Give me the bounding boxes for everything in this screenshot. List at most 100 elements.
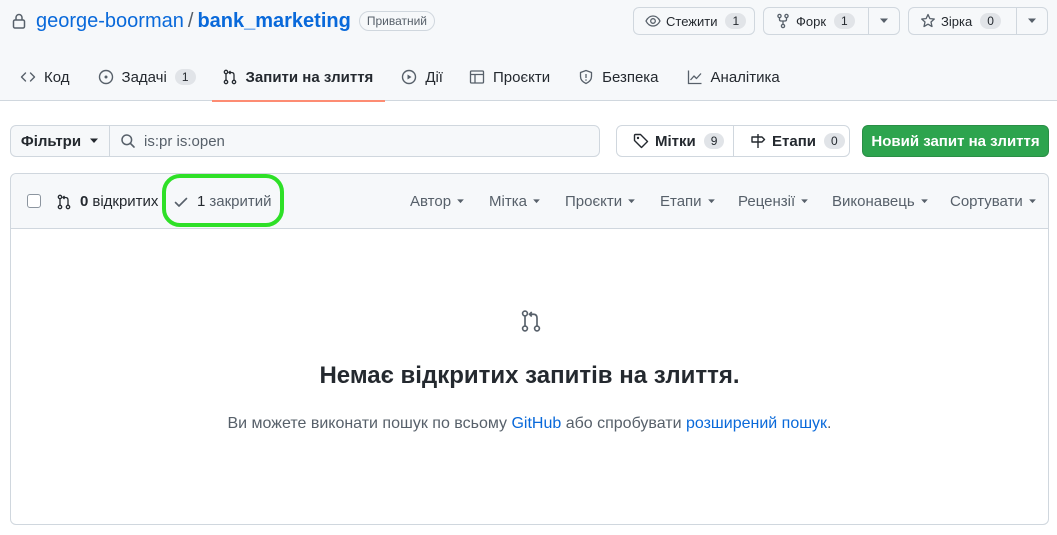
list-header: 0 відкритих 1 закритий Автор Мітка Проєк… xyxy=(11,174,1048,229)
git-pull-request-icon xyxy=(57,194,71,209)
menu-label: Автор xyxy=(410,193,452,210)
code-icon xyxy=(20,72,36,82)
fork-button-group: Форк 1 xyxy=(763,7,900,35)
labels-button[interactable]: Мітки 9 xyxy=(616,125,734,157)
triangle-down-icon xyxy=(879,18,888,23)
tab-label: Код xyxy=(44,68,70,86)
lock-icon xyxy=(12,13,26,29)
eye-icon xyxy=(645,15,661,27)
shield-icon xyxy=(579,69,593,85)
repo-header: george-boorman / bank_marketing Приватни… xyxy=(0,0,1057,102)
milestones-label: Етапи xyxy=(772,132,816,150)
star-count: 0 xyxy=(980,13,1001,29)
search-field xyxy=(109,125,600,157)
blankslate-title: Немає відкритих запитів на злиття. xyxy=(319,362,740,389)
reviews-menu[interactable]: Рецензії xyxy=(738,193,809,210)
repo-name-link[interactable]: bank_marketing xyxy=(197,10,350,33)
play-icon xyxy=(402,69,417,85)
github-search-link[interactable]: GitHub xyxy=(511,415,561,432)
milestones-button[interactable]: Етапи 0 xyxy=(733,125,850,157)
tab-security[interactable]: Безпека xyxy=(562,53,670,101)
triangle-down-icon xyxy=(1028,199,1036,204)
triangle-down-icon xyxy=(801,199,808,204)
watch-button[interactable]: Стежити 1 xyxy=(633,7,755,35)
menu-label: Рецензії xyxy=(738,193,796,210)
tab-label: Безпека xyxy=(602,68,659,86)
triangle-down-icon xyxy=(457,199,464,204)
search-icon xyxy=(121,134,135,148)
fork-button[interactable]: Форк 1 xyxy=(764,8,868,34)
author-menu[interactable]: Автор xyxy=(410,193,465,210)
tab-label: Аналітика xyxy=(710,68,780,86)
tab-label: Запити на злиття xyxy=(245,68,374,86)
tab-actions[interactable]: Дії xyxy=(385,53,455,101)
advanced-search-link[interactable]: розширений пошук xyxy=(686,415,827,432)
graph-icon xyxy=(687,70,702,85)
triangle-down-icon xyxy=(707,199,715,204)
pull-request-list: 0 відкритих 1 закритий Автор Мітка Проєк… xyxy=(10,173,1049,525)
open-count: 0 xyxy=(80,193,89,210)
sort-menu[interactable]: Сортувати xyxy=(950,193,1037,210)
star-icon xyxy=(921,13,935,28)
menu-label: Виконавець xyxy=(832,193,915,210)
repo-forked-icon xyxy=(777,13,789,29)
open-label: відкритих xyxy=(92,193,159,210)
menu-label: Проєкти xyxy=(565,193,623,210)
tab-projects[interactable]: Проєкти xyxy=(455,53,562,101)
tab-code[interactable]: Код xyxy=(0,53,82,101)
fork-label: Форк xyxy=(796,13,827,29)
triangle-down-icon xyxy=(533,199,540,204)
projects-menu[interactable]: Проєкти xyxy=(565,193,636,210)
filters-dropdown-button[interactable]: Фільтри xyxy=(10,125,110,157)
open-filter-link[interactable]: 0 відкритих xyxy=(56,193,158,210)
fork-count: 1 xyxy=(834,13,855,29)
closed-label: закритий xyxy=(209,193,272,210)
triangle-down-icon xyxy=(90,138,99,143)
star-dropdown-button[interactable] xyxy=(1015,8,1047,34)
blankslate-text-middle: або спробувати xyxy=(561,415,686,432)
menu-label: Етапи xyxy=(660,193,702,210)
label-menu[interactable]: Мітка xyxy=(489,193,541,210)
milestones-menu[interactable]: Етапи xyxy=(660,193,716,210)
blankslate-text: Ви можете виконати пошук по всьому GitHu… xyxy=(11,415,1048,433)
tab-issues[interactable]: Задачі 1 xyxy=(82,53,208,101)
star-label: Зірка xyxy=(941,13,973,29)
table-icon xyxy=(469,70,485,84)
menu-label: Мітка xyxy=(489,193,527,210)
watch-count: 1 xyxy=(725,13,747,29)
tag-icon xyxy=(633,133,649,149)
git-pull-request-icon xyxy=(521,310,541,332)
repo-nav-tabs: Код Задачі 1 Запити на злиття Дії Проєкт… xyxy=(0,53,792,102)
star-button[interactable]: Зірка 0 xyxy=(909,8,1016,34)
menu-label: Сортувати xyxy=(950,193,1023,210)
new-pull-request-button[interactable]: Новий запит на злиття xyxy=(862,125,1049,157)
tab-label: Дії xyxy=(425,68,443,86)
watch-label: Стежити xyxy=(666,13,718,29)
tab-label: Проєкти xyxy=(492,68,551,86)
search-input[interactable] xyxy=(144,132,584,150)
git-pull-request-icon xyxy=(223,69,236,85)
tab-count: 1 xyxy=(174,69,196,85)
milestones-count: 0 xyxy=(823,133,845,149)
star-button-group: Зірка 0 xyxy=(908,7,1048,35)
closed-count: 1 xyxy=(197,193,206,210)
blankslate: Немає відкритих запитів на злиття. Ви мо… xyxy=(11,229,1048,524)
filters-label: Фільтри xyxy=(20,132,82,150)
issue-opened-icon xyxy=(98,69,113,85)
tab-insights[interactable]: Аналітика xyxy=(671,53,792,101)
milestone-icon xyxy=(751,134,766,148)
select-all-checkbox[interactable] xyxy=(27,194,41,208)
tab-pull-requests[interactable]: Запити на злиття xyxy=(211,53,386,102)
blankslate-text-after: . xyxy=(827,415,832,432)
triangle-down-icon xyxy=(628,199,635,204)
triangle-down-icon xyxy=(920,199,928,204)
repo-owner-link[interactable]: george-boorman xyxy=(36,10,184,33)
triangle-down-icon xyxy=(1027,18,1036,23)
closed-filter-link[interactable]: 1 закритий xyxy=(173,193,271,210)
tab-label: Задачі xyxy=(121,68,167,86)
assignee-menu[interactable]: Виконавець xyxy=(832,193,929,210)
repo-separator: / xyxy=(187,9,194,32)
fork-dropdown-button[interactable] xyxy=(867,8,899,34)
labels-count: 9 xyxy=(703,133,725,149)
labels-label: Мітки xyxy=(655,132,696,150)
